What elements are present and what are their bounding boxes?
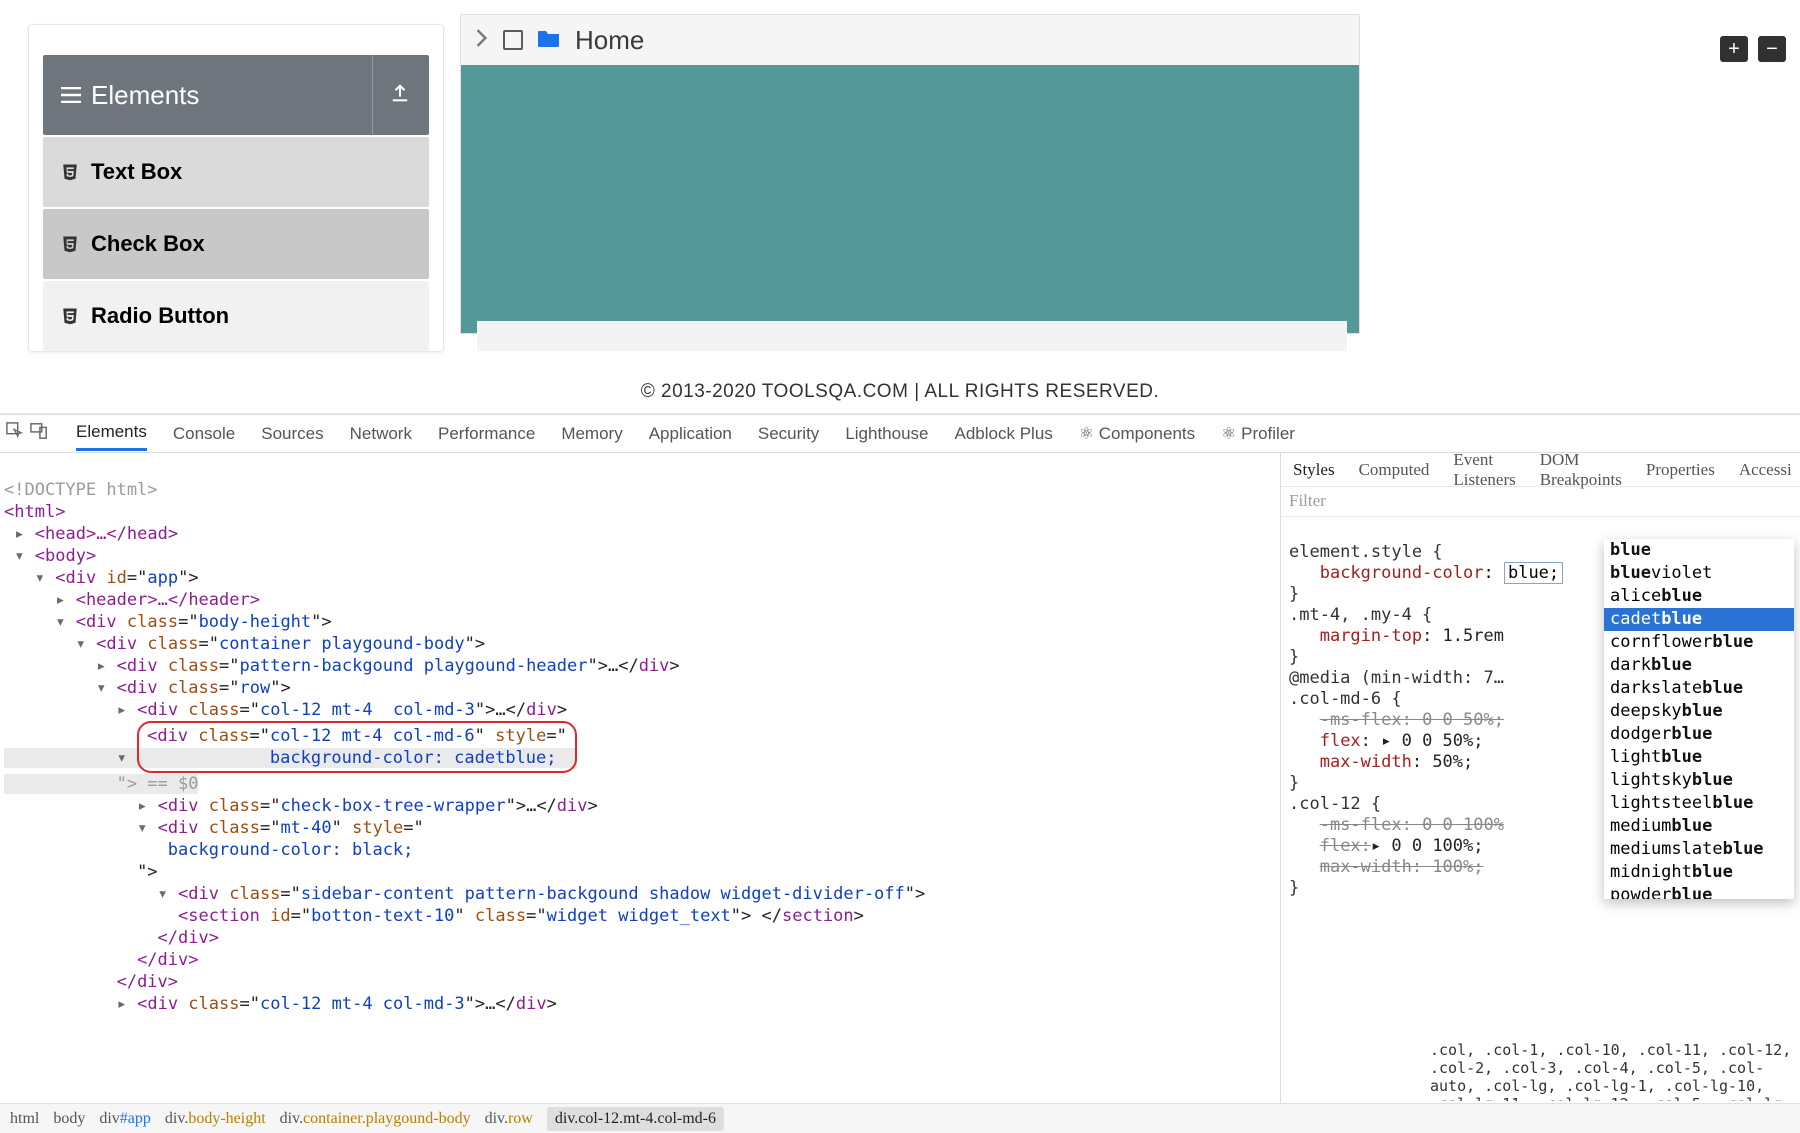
autocomplete-option[interactable]: blue — [1604, 539, 1794, 562]
menu-item-radio-button[interactable]: Radio Button — [43, 281, 429, 351]
chevron-right-icon[interactable] — [475, 27, 489, 53]
checkbox-empty-icon[interactable] — [503, 30, 523, 50]
tab-performance[interactable]: Performance — [438, 418, 535, 450]
styles-tab-listeners[interactable]: Event Listeners — [1453, 450, 1515, 490]
tab-adblock[interactable]: Adblock Plus — [955, 418, 1053, 450]
autocomplete-option[interactable]: dodgerblue — [1604, 723, 1794, 746]
remove-button[interactable]: − — [1758, 36, 1786, 62]
autocomplete-option[interactable]: deepskyblue — [1604, 700, 1794, 723]
home-bar: Home — [461, 15, 1359, 65]
tab-application[interactable]: Application — [649, 418, 732, 450]
styles-tab-props[interactable]: Properties — [1646, 460, 1715, 480]
menu-label: Text Box — [91, 159, 182, 185]
styles-tab-access[interactable]: Accessi — [1739, 460, 1792, 480]
autocomplete-option[interactable]: lightsteelblue — [1604, 792, 1794, 815]
styles-tabs: Styles Computed Event Listeners DOM Brea… — [1281, 453, 1800, 487]
styles-tab-dombp[interactable]: DOM Breakpoints — [1540, 450, 1622, 490]
breadcrumb-item[interactable]: html — [10, 1110, 39, 1128]
add-button[interactable]: + — [1720, 36, 1748, 62]
dom-breadcrumbs[interactable]: html body div#app div.body-height div.contai… — [0, 1103, 1800, 1133]
breadcrumb-item[interactable]: div#app — [99, 1110, 151, 1128]
home-title: Home — [575, 25, 644, 56]
tab-console[interactable]: Console — [173, 418, 235, 450]
tab-network[interactable]: Network — [350, 418, 412, 450]
tab-lighthouse[interactable]: Lighthouse — [845, 418, 928, 450]
plus-icon: + — [1728, 38, 1740, 61]
styles-tab-styles[interactable]: Styles — [1293, 460, 1335, 480]
menu-label: Radio Button — [91, 303, 229, 329]
footer-text: © 2013-2020 TOOLSQA.COM | ALL RIGHTS RES… — [0, 381, 1800, 403]
autocomplete-option[interactable]: lightblue — [1604, 746, 1794, 769]
autocomplete-option[interactable]: cornflowerblue — [1604, 631, 1794, 654]
css-selectors-overflow: .col, .col-1, .col-10, .col-11, .col-12,… — [1430, 1041, 1800, 1101]
tab-sources[interactable]: Sources — [261, 418, 323, 450]
styles-panel: Styles Computed Event Listeners DOM Brea… — [1280, 453, 1800, 1133]
devtools-tabs: Elements Console Sources Network Perform… — [0, 415, 1800, 453]
elements-title: Elements — [91, 80, 199, 111]
html5-icon — [61, 162, 79, 182]
autocomplete-option[interactable]: midnightblue — [1604, 861, 1794, 884]
autocomplete-option[interactable]: mediumslateblue — [1604, 838, 1794, 861]
elements-header[interactable]: Elements — [43, 55, 429, 135]
hamburger-icon — [61, 87, 81, 103]
tab-react-components[interactable]: ⚛ Components — [1079, 418, 1195, 450]
breadcrumb-item[interactable]: div.row — [485, 1110, 533, 1128]
css-value-input[interactable]: blue; — [1504, 562, 1563, 584]
autocomplete-option[interactable]: darkslateblue — [1604, 677, 1794, 700]
folder-icon[interactable] — [537, 28, 561, 53]
breadcrumb-item[interactable]: div.container.playgound-body — [280, 1110, 471, 1128]
breadcrumb-item[interactable]: body — [53, 1110, 85, 1128]
filter-placeholder: Filter — [1289, 491, 1326, 510]
autocomplete-option[interactable]: aliceblue — [1604, 585, 1794, 608]
selected-dom-node[interactable]: ▾ <div class="col-12 mt-4 col-md-6" styl… — [4, 748, 577, 794]
breadcrumb-item[interactable]: div.col-12.mt-4.col-md-6 — [547, 1107, 724, 1131]
elements-card: Elements Text Box Check Box Radio Button — [28, 24, 444, 352]
header-divider — [372, 55, 373, 135]
autocomplete-option[interactable]: lightskyblue — [1604, 769, 1794, 792]
html5-icon — [61, 234, 79, 254]
home-widget: Home — [460, 14, 1360, 334]
autocomplete-option[interactable]: mediumblue — [1604, 815, 1794, 838]
devtools-panel: Elements Console Sources Network Perform… — [0, 414, 1800, 1133]
tab-elements[interactable]: Elements — [76, 416, 147, 451]
upload-icon[interactable] — [389, 80, 411, 111]
html5-icon — [61, 306, 79, 326]
breadcrumb-item[interactable]: div.body-height — [165, 1110, 266, 1128]
tab-memory[interactable]: Memory — [561, 418, 622, 450]
menu-item-check-box[interactable]: Check Box — [43, 209, 429, 279]
autocomplete-option[interactable]: cadetblue — [1604, 608, 1794, 631]
autocomplete-popup[interactable]: bluebluevioletalicebluecadetbluecornflow… — [1604, 539, 1794, 899]
tab-react-profiler[interactable]: ⚛ Profiler — [1221, 418, 1295, 450]
tab-security[interactable]: Security — [758, 418, 819, 450]
autocomplete-option[interactable]: powderblue — [1604, 884, 1794, 899]
autocomplete-option[interactable]: darkblue — [1604, 654, 1794, 677]
menu-label: Check Box — [91, 231, 205, 257]
inspect-icon[interactable] — [6, 422, 24, 445]
page-upper: Elements Text Box Check Box Radio Button — [0, 0, 1800, 414]
autocomplete-option[interactable]: blueviolet — [1604, 562, 1794, 585]
styles-tab-computed[interactable]: Computed — [1359, 460, 1430, 480]
menu-item-text-box[interactable]: Text Box — [43, 137, 429, 207]
device-icon[interactable] — [30, 422, 48, 445]
home-strip — [477, 321, 1347, 351]
styles-filter-input[interactable]: Filter — [1281, 487, 1800, 517]
minus-icon: − — [1766, 38, 1778, 61]
dom-tree[interactable]: <!DOCTYPE html> <html> ▸ <head>…</head> … — [0, 453, 1280, 1133]
